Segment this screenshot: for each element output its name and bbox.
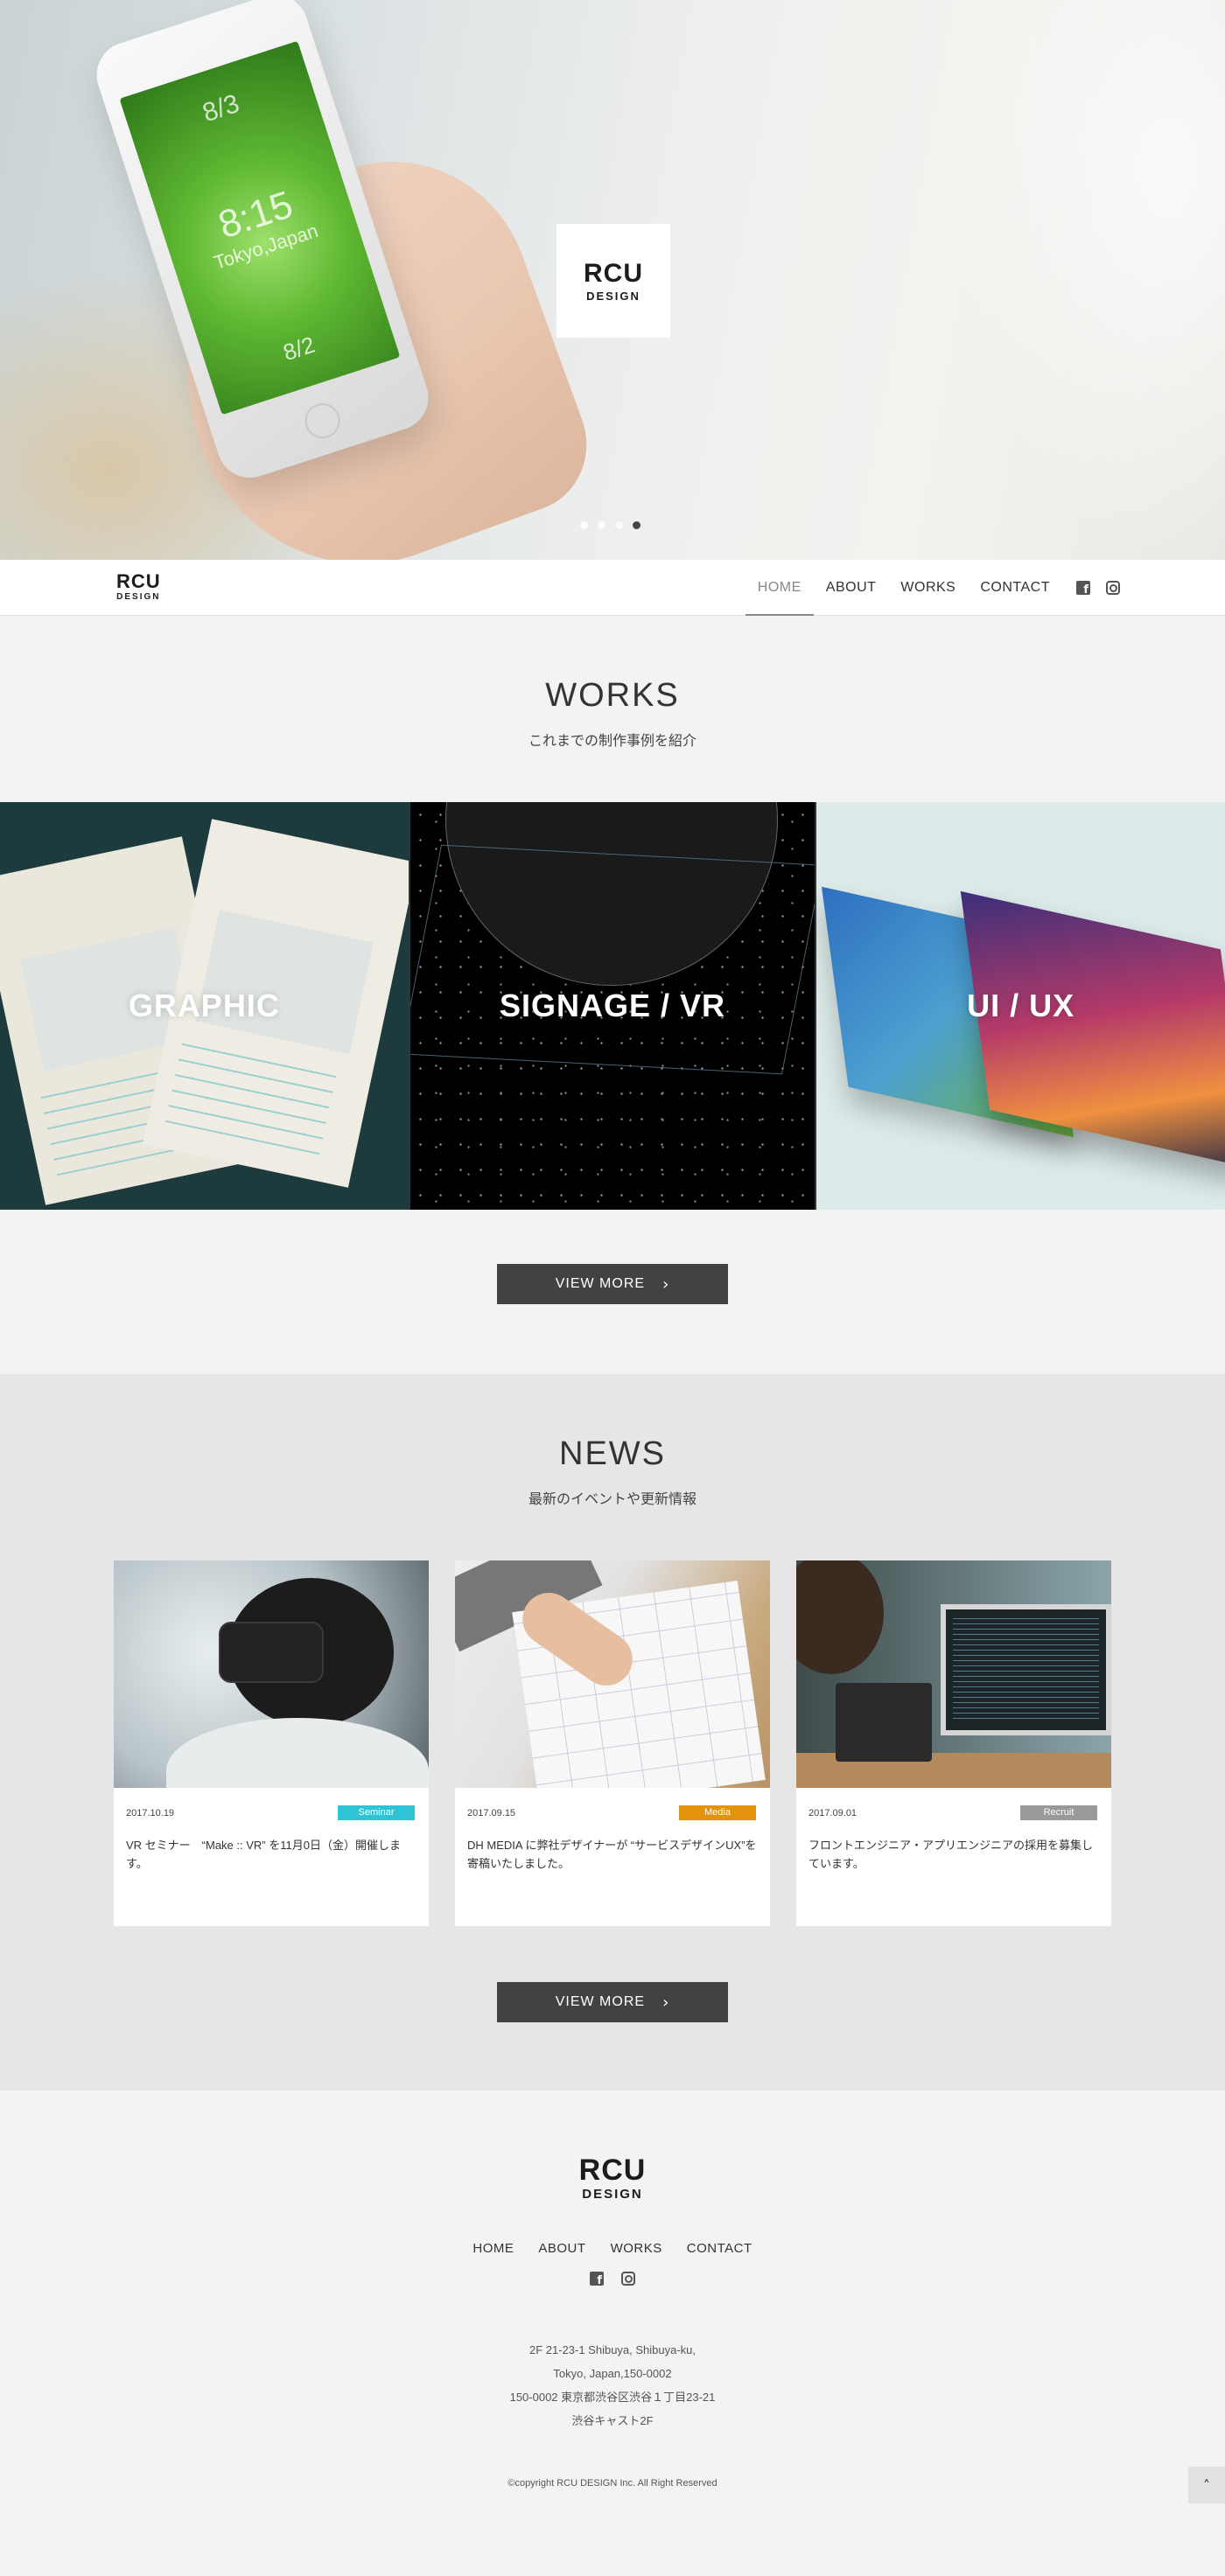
address-line: Tokyo, Japan,150-0002 — [553, 2367, 672, 2380]
news-category-badge: Seminar — [338, 1805, 415, 1820]
hero-background-light — [945, 0, 1225, 560]
slider-dot-4[interactable] — [633, 521, 640, 529]
work-tile-graphic[interactable]: GRAPHIC — [0, 802, 409, 1210]
footer-link-contact[interactable]: CONTACT — [687, 2241, 752, 2256]
nav-menu: HOME ABOUT WORKS CONTACT — [745, 560, 1120, 616]
hero-logo-main: RCU — [584, 258, 643, 288]
view-more-label: VIEW MORE — [555, 1994, 646, 2009]
works-title: WORKS — [545, 677, 680, 714]
chevron-right-icon: › — [662, 1274, 670, 1294]
works-subtitle: これまでの制作事例を紹介 — [528, 734, 696, 749]
works-header: WORKS これまでの制作事例を紹介 — [0, 677, 1225, 750]
news-meta: 2017.10.19 Seminar — [114, 1788, 429, 1820]
chevron-up-icon: ˄ — [1203, 2476, 1210, 2494]
news-date: 2017.09.15 — [467, 1807, 516, 1819]
ui-card-image — [961, 890, 1225, 1169]
nav-item-contact[interactable]: CONTACT — [968, 560, 1062, 616]
news-card[interactable]: 2017.10.19 Seminar VR セミナー “Make :: VR” … — [114, 1560, 429, 1926]
work-tile-label: SIGNAGE / VR — [499, 988, 725, 1023]
footer-address: 2F 21-23-1 Shibuya, Shibuya-ku, Tokyo, J… — [0, 2338, 1225, 2433]
news-header: NEWS 最新のイベントや更新情報 — [0, 1435, 1225, 1508]
slider-dot-1[interactable] — [580, 521, 588, 529]
news-image-code — [796, 1560, 1111, 1788]
footer-logo[interactable]: RCU DESIGN — [579, 2155, 647, 2201]
news-view-more-button[interactable]: VIEW MORE › — [497, 1982, 728, 2022]
signage-network-image — [410, 844, 816, 1075]
footer-logo-main: RCU — [578, 2154, 647, 2187]
slider-dot-3[interactable] — [615, 521, 623, 529]
footer-link-home[interactable]: HOME — [472, 2241, 514, 2256]
slider-dots — [580, 521, 640, 529]
facebook-icon[interactable] — [1076, 581, 1090, 597]
news-title: NEWS — [559, 1435, 666, 1472]
news-meta: 2017.09.15 Media — [455, 1788, 770, 1820]
phone-top-date: 8/3 — [199, 88, 243, 129]
footer-link-works[interactable]: WORKS — [611, 2241, 662, 2256]
news-text: DH MEDIA に弊社デザイナーが “サービスデザインUX”を寄稿いたしました… — [467, 1839, 757, 1870]
news-category-badge: Media — [679, 1805, 756, 1820]
news-meta: 2017.09.01 Recruit — [796, 1788, 1111, 1820]
news-date: 2017.09.01 — [808, 1807, 858, 1819]
address-line: 150-0002 東京都渋谷区渋谷１丁目23-21 — [509, 2391, 716, 2404]
news-text: フロントエンジニア・アプリエンジニアの採用を募集しています。 — [808, 1839, 1094, 1870]
nav-logo-main: RCU — [116, 570, 161, 592]
works-view-more-button[interactable]: VIEW MORE › — [497, 1264, 728, 1304]
work-tile-signage-vr[interactable]: SIGNAGE / VR — [408, 802, 817, 1210]
instagram-icon[interactable] — [1106, 581, 1120, 595]
phone-home-button — [300, 398, 345, 443]
nav-item-works[interactable]: WORKS — [888, 560, 968, 616]
facebook-icon[interactable] — [590, 2272, 604, 2287]
nav-logo-sub: DESIGN — [116, 592, 161, 602]
address-line: 渋谷キャスト2F — [571, 2414, 654, 2427]
nav-item-home[interactable]: HOME — [745, 560, 814, 616]
news-image-vr — [114, 1560, 429, 1788]
nav-logo[interactable]: RCU DESIGN — [116, 572, 161, 602]
news-card[interactable]: 2017.09.15 Media DH MEDIA に弊社デザイナーが “サービ… — [455, 1560, 770, 1926]
news-image-design — [455, 1560, 770, 1788]
news-category-badge: Recruit — [1020, 1805, 1097, 1820]
work-tile-ui-ux[interactable]: UI / UX — [816, 802, 1225, 1210]
view-more-label: VIEW MORE — [555, 1276, 646, 1291]
news-text: VR セミナー “Make :: VR” を11月0日（金）開催します。 — [126, 1839, 401, 1870]
hero-slider: 8/3 8:15 Tokyo,Japan 8/2 RCU DESIGN — [0, 0, 1225, 560]
news-grid: 2017.10.19 Seminar VR セミナー “Make :: VR” … — [0, 1560, 1225, 1926]
address-line: 2F 21-23-1 Shibuya, Shibuya-ku, — [528, 2343, 696, 2356]
hero-logo-sub: DESIGN — [586, 289, 640, 303]
news-section: NEWS 最新のイベントや更新情報 2017.10.19 Seminar VR … — [0, 1374, 1225, 2091]
nav-item-about[interactable]: ABOUT — [814, 560, 889, 616]
news-date: 2017.10.19 — [126, 1807, 175, 1819]
news-card[interactable]: 2017.09.01 Recruit フロントエンジニア・アプリエンジニアの採用… — [796, 1560, 1111, 1926]
news-subtitle: 最新のイベントや更新情報 — [528, 1492, 696, 1507]
copyright: ©copyright RCU DESIGN Inc. All Right Res… — [508, 2478, 718, 2489]
works-section: WORKS これまでの制作事例を紹介 GRAPHIC SIGNAGE / VR … — [0, 616, 1225, 1374]
work-tile-label: UI / UX — [967, 988, 1075, 1023]
footer-menu: HOME ABOUT WORKS CONTACT — [0, 2241, 1225, 2256]
phone-bottom-date: 8/2 — [279, 331, 318, 367]
footer: RCU DESIGN HOME ABOUT WORKS CONTACT 2F 2… — [0, 2091, 1225, 2576]
works-grid: GRAPHIC SIGNAGE / VR UI / UX — [0, 802, 1225, 1210]
footer-link-about[interactable]: ABOUT — [538, 2241, 585, 2256]
footer-social-links — [0, 2272, 1225, 2287]
hero-logo: RCU DESIGN — [556, 224, 670, 338]
slider-dot-2[interactable] — [598, 521, 606, 529]
nav-social-links — [1076, 581, 1120, 597]
back-to-top-button[interactable]: ˄ — [1188, 2467, 1225, 2503]
footer-logo-sub: DESIGN — [582, 2187, 643, 2202]
work-tile-label: GRAPHIC — [128, 988, 280, 1023]
instagram-icon[interactable] — [621, 2272, 635, 2286]
chevron-right-icon: › — [662, 1993, 670, 2012]
main-navigation: RCU DESIGN HOME ABOUT WORKS CONTACT — [0, 560, 1225, 616]
